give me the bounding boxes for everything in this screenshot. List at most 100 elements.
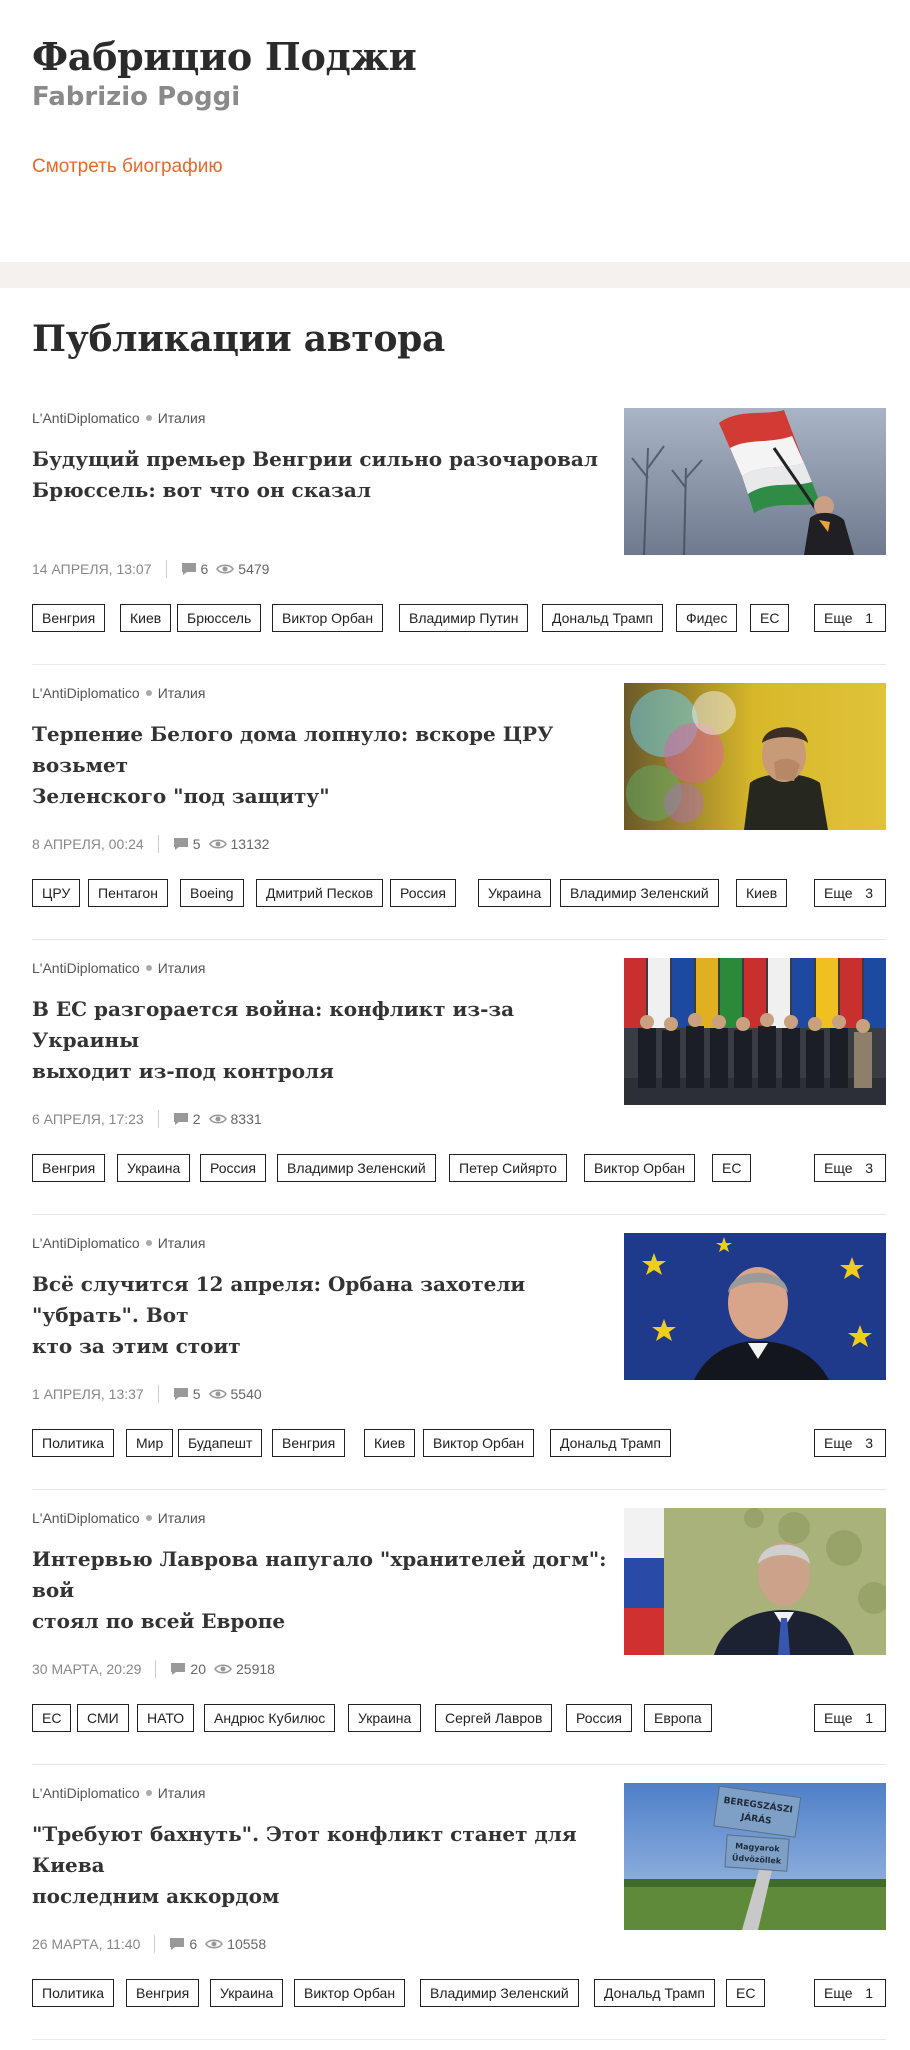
article-headline[interactable]: В ЕС разгорается война: конфликт из-за У…	[32, 994, 612, 1087]
article-divider	[32, 664, 886, 665]
tag[interactable]: Россия	[390, 879, 456, 907]
tag[interactable]: Дональд Трамп	[550, 1429, 672, 1457]
article-source: L'AntiDiplomatico Италия	[32, 1510, 205, 1526]
tag[interactable]: Boeing	[180, 879, 244, 907]
source-name: L'AntiDiplomatico	[32, 685, 140, 701]
tag[interactable]: Мир	[126, 1429, 174, 1457]
tag[interactable]: ЕС	[726, 1979, 766, 2007]
tag[interactable]: Виктор Орбан	[294, 1979, 406, 2007]
article-date: 30 МАРТА, 20:29	[32, 1661, 142, 1677]
more-tags-button[interactable]: Еще 1	[814, 604, 886, 632]
tag[interactable]: Украина	[117, 1154, 191, 1182]
view-biography-link[interactable]: Смотреть биографию	[32, 156, 223, 178]
article-thumbnail[interactable]: BEREGSZÁSZI JÁRÁS Magyarok Üdvözöllek	[624, 1783, 886, 1930]
tag[interactable]: НАТО	[137, 1704, 195, 1732]
tag[interactable]: Виктор Орбан	[423, 1429, 535, 1457]
tag[interactable]: Будапешт	[178, 1429, 263, 1457]
tag[interactable]: Венгрия	[32, 1154, 106, 1182]
article-source: L'AntiDiplomatico Италия	[32, 685, 205, 701]
comment-icon	[181, 562, 197, 576]
author-header: Фабрицио Поджи Fabrizio Poggi Смотреть б…	[0, 0, 910, 262]
article-source: L'AntiDiplomatico Италия	[32, 1235, 205, 1251]
article-headline[interactable]: Будущий премьер Венгрии сильно разочаров…	[32, 444, 612, 506]
headline-line: Будущий премьер Венгрии сильно разочаров…	[32, 447, 598, 471]
more-tags-button[interactable]: Еще 3	[814, 1154, 886, 1182]
article-headline[interactable]: Всё случится 12 апреля: Орбана захотели …	[32, 1269, 612, 1362]
tag[interactable]: СМИ	[77, 1704, 129, 1732]
tag[interactable]: Киев	[736, 879, 788, 907]
meta-separator	[155, 1660, 157, 1678]
headline-line: кто за этим стоит	[32, 1334, 241, 1358]
tag[interactable]: Пентагон	[88, 879, 168, 907]
more-tags-button[interactable]: Еще 3	[814, 1429, 886, 1457]
tag[interactable]: Петер Сийярто	[449, 1154, 567, 1182]
article-thumbnail[interactable]	[624, 958, 886, 1105]
tag[interactable]: Дональд Трамп	[542, 604, 664, 632]
article-divider	[32, 2039, 886, 2040]
source-name: L'AntiDiplomatico	[32, 1235, 140, 1251]
article-meta: 30 МАРТА, 20:29 20 25918	[32, 1660, 275, 1678]
tag[interactable]: Европа	[644, 1704, 712, 1732]
thumbnail-bokeh-portrait	[624, 683, 886, 830]
tag[interactable]: Киев	[364, 1429, 416, 1457]
separator-dot	[145, 690, 152, 697]
tag[interactable]: Дмитрий Песков	[256, 879, 384, 907]
tag[interactable]: ЦРУ	[32, 879, 81, 907]
article-meta: 26 МАРТА, 11:40 6 10558	[32, 1935, 266, 1953]
meta-separator	[154, 1935, 156, 1953]
tag[interactable]: Украина	[348, 1704, 422, 1732]
article-headline[interactable]: "Требуют бахнуть". Этот конфликт станет …	[32, 1819, 612, 1912]
article-headline[interactable]: Терпение Белого дома лопнуло: вскоре ЦРУ…	[32, 719, 612, 812]
tag[interactable]: Политика	[32, 1979, 114, 2007]
eye-icon	[205, 1938, 224, 1950]
more-tags-button[interactable]: Еще 3	[814, 879, 886, 907]
tag[interactable]: Андрюс Кубилюс	[204, 1704, 336, 1732]
tag[interactable]: ЕС	[712, 1154, 752, 1182]
section-divider	[0, 262, 910, 288]
tag-list: Венгрия Киев Брюссель Виктор Орбан Влади…	[32, 604, 886, 632]
article-thumbnail[interactable]	[624, 683, 886, 830]
tag[interactable]: Фидес	[676, 604, 738, 632]
tag[interactable]: Владимир Зеленский	[420, 1979, 579, 2007]
article-source: L'AntiDiplomatico Италия	[32, 410, 205, 426]
headline-line: В ЕС разгорается война: конфликт из-за У…	[32, 997, 515, 1052]
tag[interactable]: Венгрия	[126, 1979, 200, 2007]
tag[interactable]: ЕС	[32, 1704, 72, 1732]
article-thumbnail[interactable]	[624, 408, 886, 555]
article-headline[interactable]: Интервью Лаврова напугало "хранителей до…	[32, 1544, 612, 1637]
tag-list: ЕС СМИ НАТО Андрюс Кубилюс Украина Серге…	[32, 1704, 886, 1732]
headline-line: Всё случится 12 апреля: Орбана захотели …	[32, 1272, 526, 1327]
tag[interactable]: Украина	[478, 879, 552, 907]
tag[interactable]: Киев	[120, 604, 172, 632]
comment-count: 5	[192, 1386, 201, 1402]
tag-list: Политика Мир Будапешт Венгрия Киев Викто…	[32, 1429, 886, 1457]
tag[interactable]: Венгрия	[272, 1429, 346, 1457]
article-thumbnail[interactable]	[624, 1508, 886, 1655]
tag[interactable]: Владимир Зеленский	[277, 1154, 436, 1182]
tag[interactable]: Сергей Лавров	[435, 1704, 553, 1732]
tag[interactable]: Дональд Трамп	[594, 1979, 716, 2007]
tag[interactable]: Владимир Путин	[399, 604, 529, 632]
tag[interactable]: Брюссель	[177, 604, 262, 632]
thumbnail-official-portrait	[624, 1508, 886, 1655]
headline-line: последним аккордом	[32, 1884, 280, 1908]
tag[interactable]: ЕС	[750, 604, 790, 632]
tag[interactable]: Россия	[200, 1154, 266, 1182]
tag[interactable]: Виктор Орбан	[272, 604, 384, 632]
tag[interactable]: Виктор Орбан	[584, 1154, 696, 1182]
tag[interactable]: Владимир Зеленский	[560, 879, 719, 907]
tag[interactable]: Венгрия	[32, 604, 106, 632]
eye-icon	[214, 1663, 232, 1675]
more-tags-button[interactable]: Еще 1	[814, 1704, 886, 1732]
more-tags-button[interactable]: Еще 1	[814, 1979, 886, 2007]
view-count: 8331	[230, 1111, 262, 1127]
comment-icon	[173, 1112, 189, 1126]
tag-list: ЦРУ Пентагон Boeing Дмитрий Песков Росси…	[32, 879, 886, 907]
tag[interactable]: Украина	[210, 1979, 284, 2007]
tag[interactable]: Россия	[566, 1704, 632, 1732]
article-card: L'AntiDiplomatico Италия В ЕС разгорается…	[32, 950, 886, 1225]
tag[interactable]: Политика	[32, 1429, 114, 1457]
article-card: L'AntiDiplomatico Италия "Требуют бахнуть…	[32, 1775, 886, 2050]
article-thumbnail[interactable]	[624, 1233, 886, 1380]
tag-list: Венгрия Украина Россия Владимир Зеленски…	[32, 1154, 886, 1182]
